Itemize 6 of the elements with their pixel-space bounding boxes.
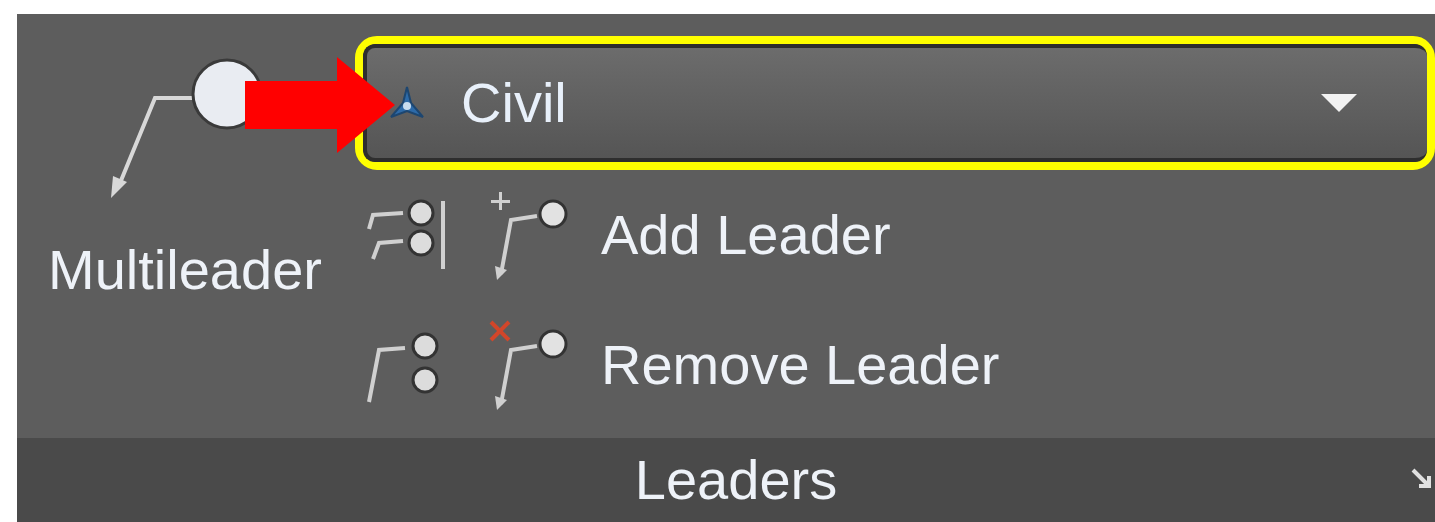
leader-style-dropdown[interactable]: Civil <box>363 44 1427 162</box>
remove-leader-button[interactable]: Remove Leader <box>489 320 1000 410</box>
caret-icon <box>1321 94 1357 112</box>
dialog-launcher-icon[interactable] <box>1411 468 1433 490</box>
panel-title: Leaders <box>634 452 838 508</box>
add-leader-button[interactable]: Add Leader <box>489 190 891 280</box>
